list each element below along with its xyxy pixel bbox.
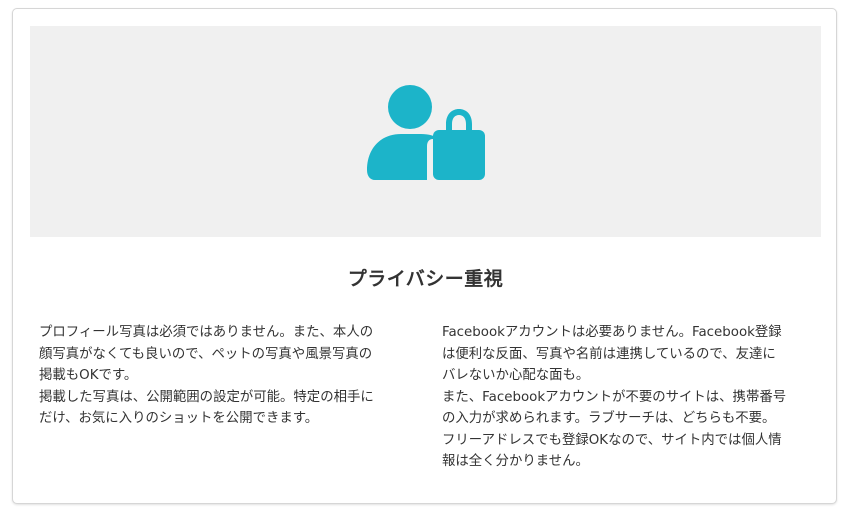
left-paragraph-1: プロフィール写真は必須ではありません。また、本人の 顔写真がなくても良いので、ペ… bbox=[39, 325, 374, 383]
right-description: Facebookアカウントは必要ありません。Facebook登録 は便利な反面、… bbox=[442, 322, 812, 473]
user-lock-icon bbox=[366, 84, 485, 180]
section-title: プライバシー重視 bbox=[347, 268, 504, 290]
right-paragraph-2: また、Facebookアカウントが不要のサイトは、携帯番号 の入力が求められます… bbox=[442, 389, 787, 470]
left-paragraph-2: 掲載した写真は、公開範囲の設定が可能。特定の相手に だけ、お気に入りのショットを… bbox=[39, 389, 374, 427]
privacy-feature-card: プライバシー重視 プロフィール写真は必須ではありません。また、本人の 顔写真がな… bbox=[12, 8, 837, 504]
left-description: プロフィール写真は必須ではありません。また、本人の 顔写真がなくても良いので、ペ… bbox=[39, 322, 409, 430]
hero-image-area bbox=[30, 26, 821, 237]
right-paragraph-1: Facebookアカウントは必要ありません。Facebook登録 は便利な反面、… bbox=[442, 325, 782, 383]
